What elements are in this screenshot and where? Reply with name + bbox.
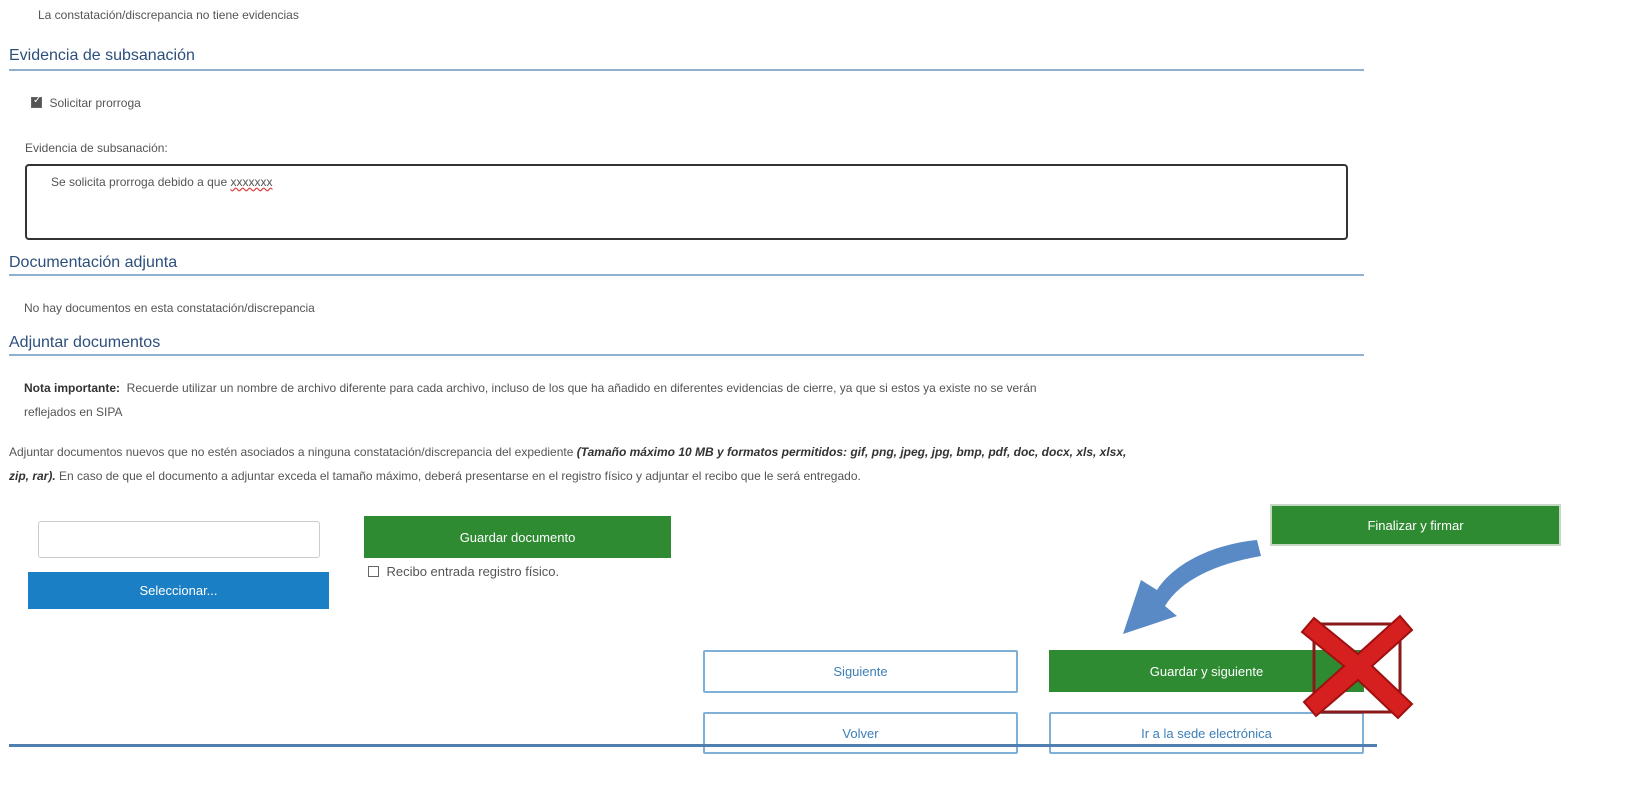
important-note-label: Nota importante: [24, 381, 120, 395]
select-file-button[interactable]: Seleccionar... [28, 572, 329, 609]
red-cross-icon [1300, 614, 1414, 720]
important-note-line1: Recuerde utilizar un nombre de archivo d… [126, 381, 1037, 395]
next-button[interactable]: Siguiente [703, 650, 1018, 693]
evidence-textarea[interactable]: Se solicita prorroga debido a que xxxxxx… [25, 164, 1348, 240]
attach-info-line1: Adjuntar documentos nuevos que no estén … [9, 445, 577, 459]
no-documents-text: No hay documentos en esta constatación/d… [24, 301, 315, 315]
attach-section-title: Adjuntar documentos [9, 334, 161, 351]
evidence-field-label: Evidencia de subsanación: [25, 141, 168, 155]
receipt-checkbox-label: Recibo entrada registro físico. [386, 564, 560, 580]
extension-checkbox-row[interactable]: Solicitar prorroga [31, 94, 141, 112]
no-evidence-text: La constatación/discrepancia no tiene ev… [38, 8, 299, 22]
bottom-divider [9, 744, 1377, 747]
evidence-textarea-text: Se solicita prorroga debido a que [51, 175, 231, 189]
evidence-section-rule [9, 69, 1364, 71]
finalize-sign-button[interactable]: Finalizar y firmar [1270, 504, 1561, 546]
extension-checkbox[interactable] [31, 95, 42, 109]
curved-arrow-icon [1123, 540, 1261, 634]
attach-info-formats-end: zip, rar). [9, 469, 56, 483]
receipt-checkbox[interactable] [368, 566, 379, 578]
important-note-line2: reflejados en SIPA [24, 405, 123, 419]
evidence-section-title: Evidencia de subsanación [9, 47, 195, 64]
important-note: Nota importante: Recuerde utilizar un no… [24, 376, 1344, 424]
file-name-input[interactable] [38, 521, 320, 558]
attach-info-formats: (Tamaño máximo 10 MB y formatos permitid… [576, 445, 1127, 459]
receipt-checkbox-row[interactable]: Recibo entrada registro físico. [368, 563, 559, 581]
back-button[interactable]: Volver [703, 712, 1018, 754]
extension-checkbox-label: Solicitar prorroga [49, 95, 141, 110]
attach-section-rule [9, 354, 1364, 356]
evidence-textarea-misspelled: xxxxxxx [230, 175, 273, 189]
docs-section-rule [9, 274, 1364, 276]
docs-section-title: Documentación adjunta [9, 254, 178, 271]
attach-info: Adjuntar documentos nuevos que no estén … [9, 440, 1369, 488]
attach-info-line2: En caso de que el documento a adjuntar e… [55, 469, 861, 483]
save-document-button[interactable]: Guardar documento [364, 516, 671, 558]
